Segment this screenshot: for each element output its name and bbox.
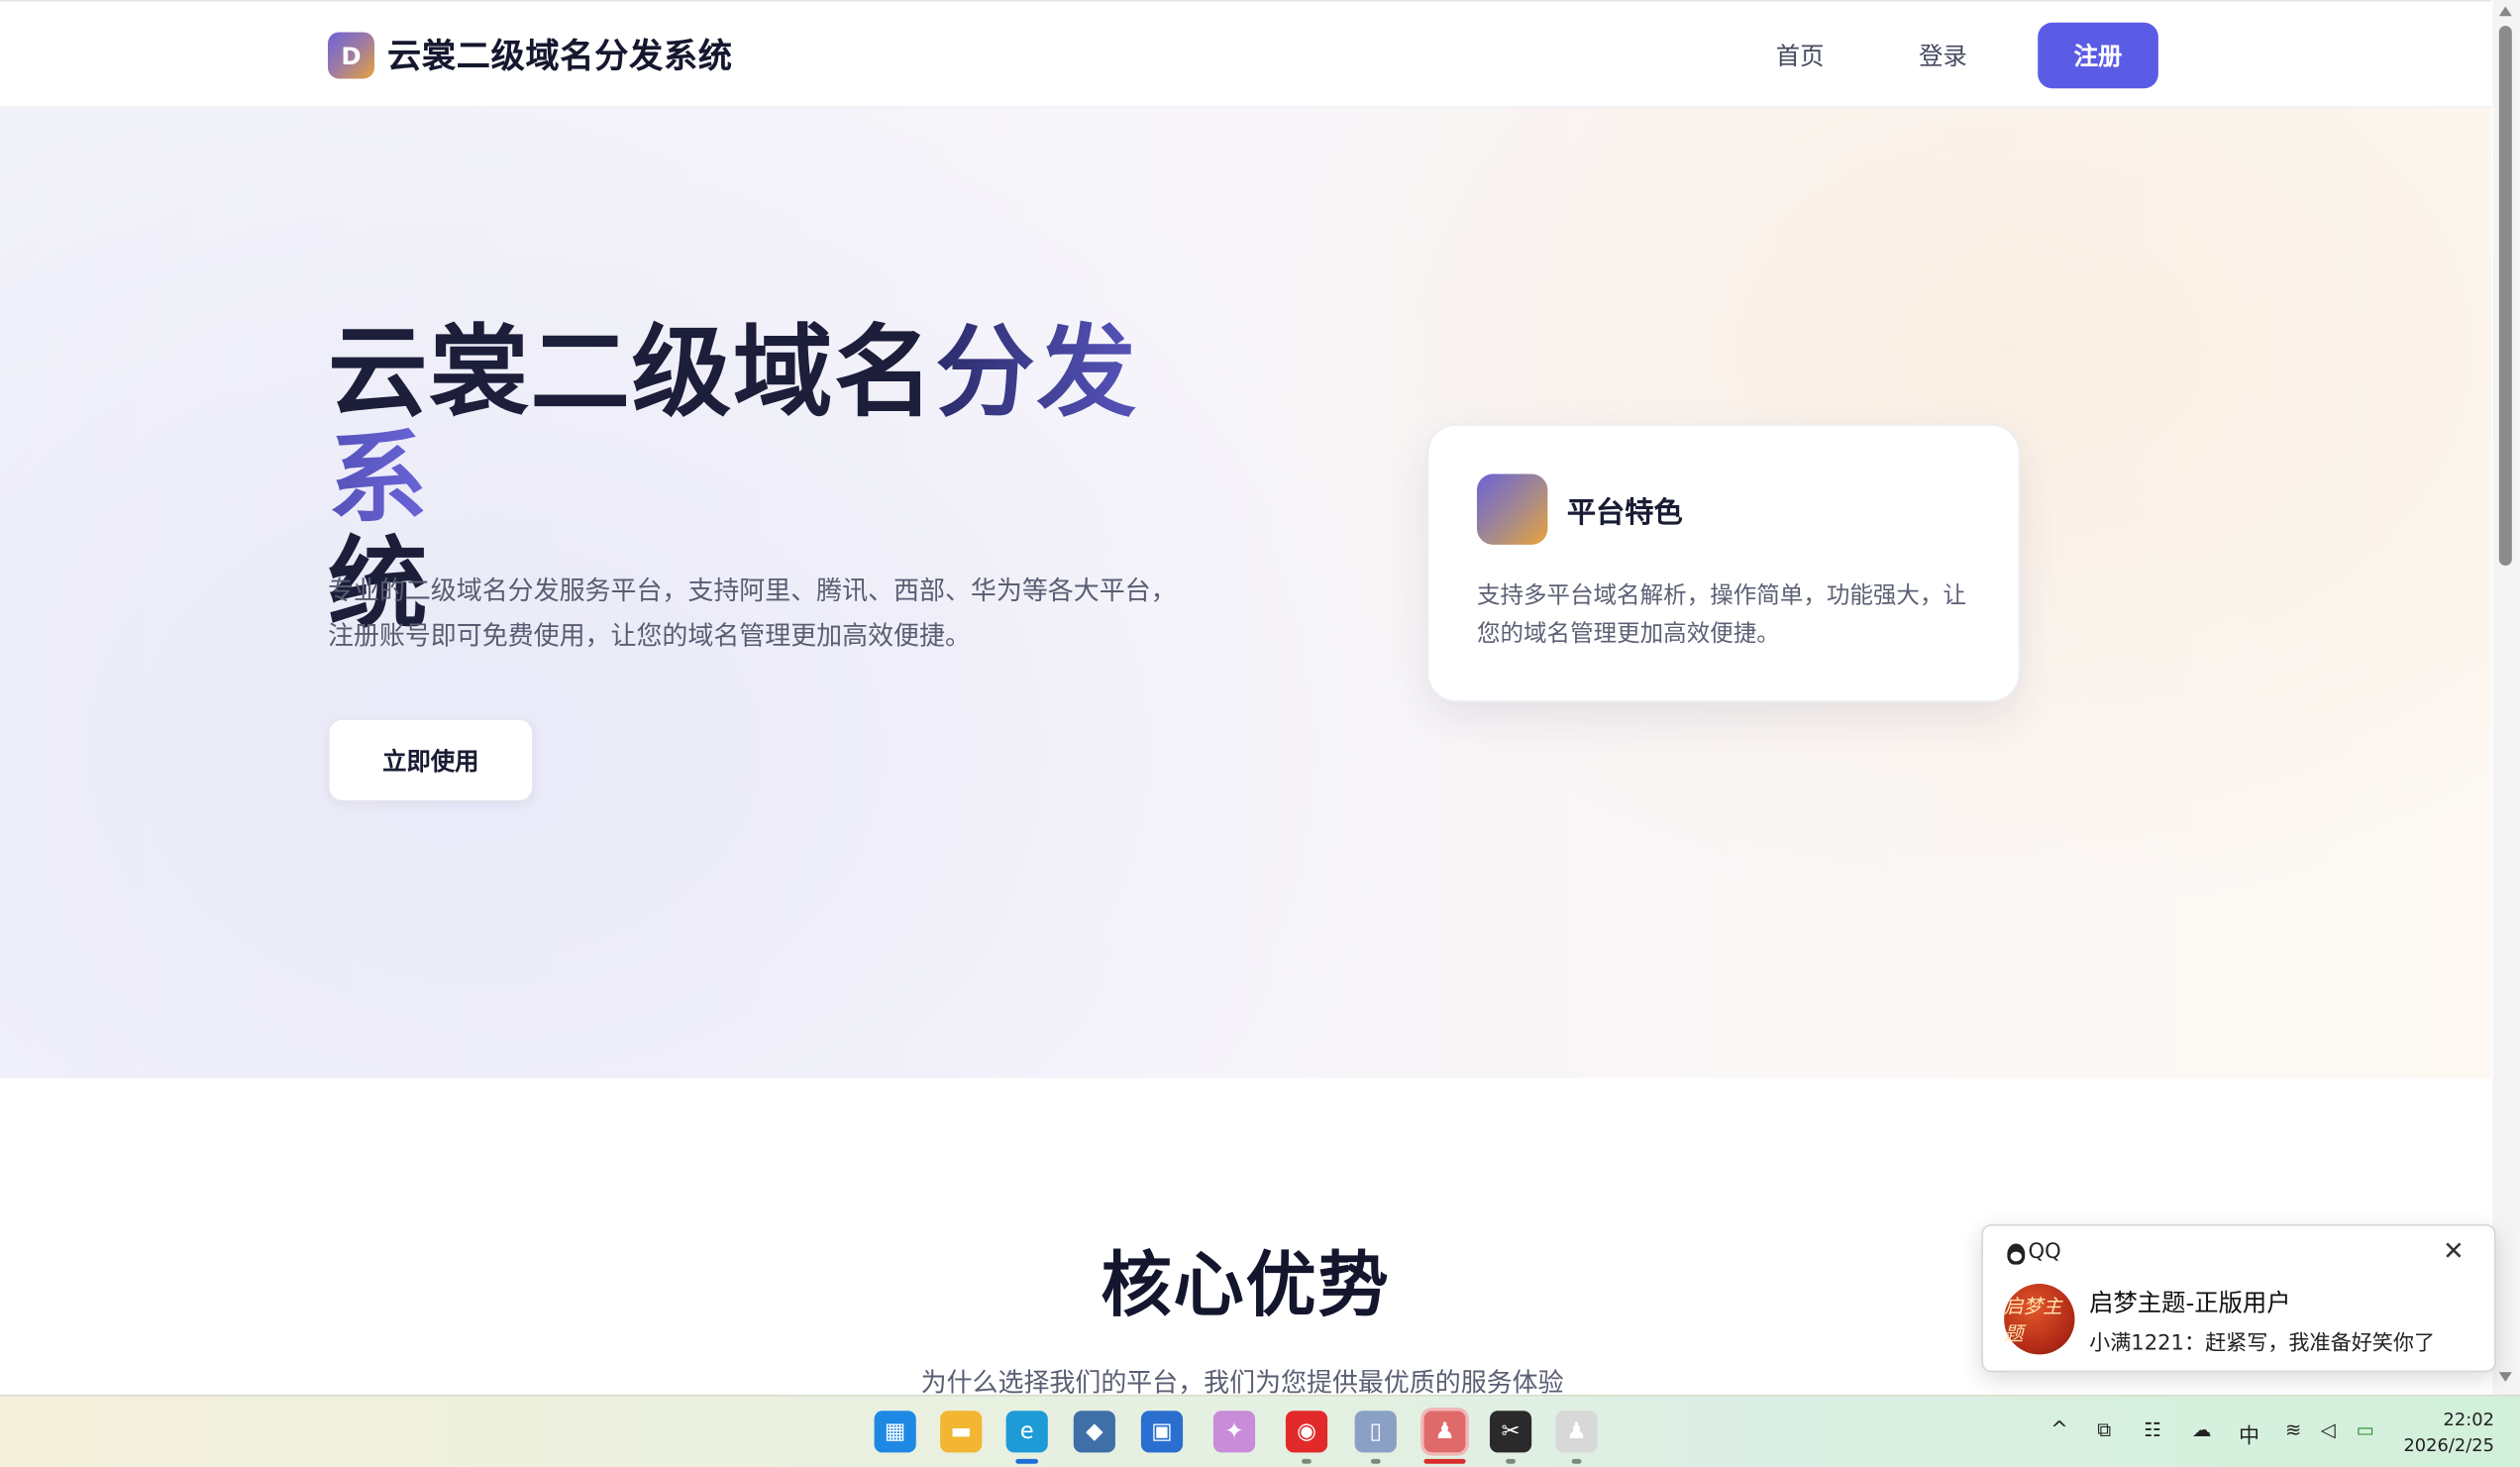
running-indicator [1302,1458,1312,1464]
feature-card-description: 支持多平台域名解析，操作简单，功能强大，让您的域名管理更加高效便捷。 [1476,582,1967,648]
windows-taskbar: ▦ ▬ e ◆ ▣ ✦ ◉ ▯ ♟ ✂ ♟ ^ ⧉ ☷ ☁ 中 ≋ ◁ ▭ 22:02 2026/2… [0,1394,2520,1467]
qq-notification-toast[interactable]: QQ ✕ 启梦主题 启梦主题-正版用户 小满1221：赶紧写，我准备好笑你了 [1981,1224,2496,1373]
scroll-down-arrow-icon[interactable] [2498,1372,2512,1383]
hero-section: 云裳二级域名分发系统 专业的二级域名分发服务平台，支持阿里、腾讯、西部、华为等各… [0,107,2491,1079]
qq-penguin-icon [2007,1243,2026,1265]
close-icon[interactable]: ✕ [2443,1235,2465,1266]
nav-home-link[interactable]: 首页 [1776,39,1825,72]
battery-icon[interactable]: ▭ [2356,1418,2373,1441]
scroll-up-arrow-icon[interactable] [2498,6,2512,17]
hero-description: 专业的二级域名分发服务平台，支持阿里、腾讯、西部、华为等各大平台，注册账号即可免… [327,575,1177,651]
onedrive-cloud-icon[interactable]: ☁ [2192,1418,2211,1441]
top-navbar: D 云裳二级域名分发系统 首页 登录 注册 [0,0,2491,108]
running-indicator [1506,1458,1516,1464]
qq-secondary-icon[interactable]: ♟ [1555,1411,1598,1453]
sender-avatar: 启梦主题 [2004,1284,2075,1355]
start-icon[interactable]: ▦ [874,1411,916,1453]
notification-app-name: QQ [2028,1240,2061,1265]
phone-link-icon[interactable]: ▯ [1354,1411,1397,1453]
scroll-thumb[interactable] [2498,25,2512,566]
volume-icon[interactable]: ◁ [2321,1418,2336,1441]
copilot-icon[interactable]: ✦ [1212,1411,1256,1453]
netease-music-icon[interactable]: ◉ [1285,1411,1328,1453]
hero-title-part1: 云裳二级域名 [327,313,936,431]
nav-login-link[interactable]: 登录 [1919,39,1967,72]
running-indicator [1370,1458,1381,1464]
logo-icon[interactable]: D [327,32,375,79]
notification-message: 小满1221：赶紧写，我准备好笑你了 [2089,1331,2436,1357]
qq-icon[interactable]: ♟ [1420,1407,1469,1456]
ime-indicator[interactable]: 中 [2239,1418,2259,1449]
running-indicator [1423,1458,1466,1464]
feature-card-title: 平台特色 [1566,496,1683,531]
microsoft-store-icon[interactable]: ▣ [1140,1411,1184,1453]
edge-icon[interactable]: e [1005,1411,1048,1453]
file-explorer-icon[interactable]: ▬ [940,1411,983,1453]
notification-title: 启梦主题-正版用户 [2089,1288,2291,1318]
app-blue-icon[interactable]: ◆ [1073,1411,1115,1453]
clock-date[interactable]: 2026/2/25 [2401,1435,2494,1456]
clipboard-icon[interactable]: ⧉ [2097,1418,2111,1442]
register-button[interactable]: 注册 [2038,22,2158,89]
toggle-icon[interactable]: ☷ [2144,1418,2160,1441]
platform-feature-card: 平台特色 支持多平台域名解析，操作简单，功能强大，让您的域名管理更加高效便捷。 [1426,424,2021,702]
start-using-button[interactable]: 立即使用 [327,718,534,802]
capcut-icon[interactable]: ✂ [1489,1411,1532,1453]
page-scrollbar[interactable] [2492,0,2520,1395]
feature-gradient-icon [1476,473,1548,545]
site-name[interactable]: 云裳二级域名分发系统 [387,31,733,79]
tray-overflow-chevron-icon[interactable]: ^ [2050,1418,2068,1442]
running-indicator [1571,1458,1582,1464]
clock-time[interactable]: 22:02 [2411,1410,2494,1430]
wifi-icon[interactable]: ≋ [2285,1418,2301,1441]
running-indicator [1015,1458,1039,1464]
